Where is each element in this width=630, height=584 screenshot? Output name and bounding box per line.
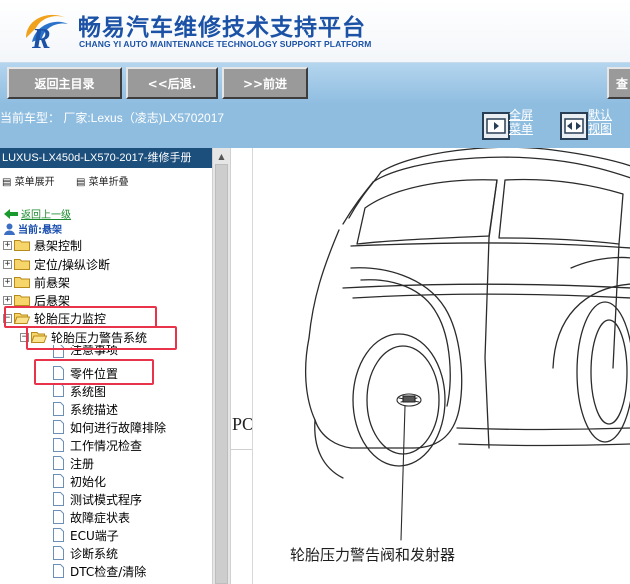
brand-subtitle: CHANG YI AUTO MAINTENANCE TECHNOLOGY SUP… bbox=[79, 39, 372, 49]
expand-menu-label: 菜单展开 bbox=[14, 177, 55, 188]
tree-item-system-diagram[interactable]: 系统图 bbox=[53, 383, 106, 397]
manual-title: LUXUS-LX450d-LX570-2017-维修手册 bbox=[0, 148, 212, 168]
document-icon bbox=[53, 546, 64, 560]
tree-item-operation-check[interactable]: 工作情况检查 bbox=[53, 436, 142, 454]
person-icon bbox=[4, 223, 15, 235]
expand-plus-icon[interactable]: + bbox=[3, 277, 12, 287]
tree-item-label: 系统图 bbox=[70, 385, 107, 397]
brand-title: 畅易汽车维修技术支持平台 bbox=[78, 15, 366, 41]
highlight-tire-pressure-warning bbox=[26, 326, 177, 350]
svg-text:R: R bbox=[31, 24, 51, 52]
tree-item-test-mode[interactable]: 测试模式程序 bbox=[53, 490, 142, 508]
tree-item-registration[interactable]: 注册 bbox=[53, 454, 94, 472]
folder-icon bbox=[14, 240, 30, 251]
diagram-panel: 轮胎压力警告阀和发射器 bbox=[252, 148, 630, 584]
tree-item-label: ECU端子 bbox=[70, 528, 119, 543]
document-icon bbox=[53, 564, 64, 578]
folder-icon bbox=[14, 295, 30, 306]
tree-item-label: 工作情况检查 bbox=[70, 438, 143, 453]
expand-menu-control[interactable]: ▤ 菜单展开 bbox=[2, 173, 55, 188]
tree-item-label: 测试模式程序 bbox=[70, 492, 143, 507]
diagram-caption: 轮胎压力警告阀和发射器 bbox=[290, 546, 456, 564]
tree-item-label: 系统描述 bbox=[70, 402, 119, 417]
current-model-text: 当前车型： 厂家:Lexus（凌志)LX5702017 bbox=[0, 111, 225, 125]
home-button[interactable]: 返回主目录 bbox=[7, 67, 122, 99]
tree-item-dtc-check[interactable]: DTC检查/清除 bbox=[53, 562, 146, 580]
current-section: 当前:悬架 bbox=[4, 221, 62, 236]
nav-bar: 返回主目录 <<后退. >>前进 查 bbox=[0, 62, 630, 104]
document-icon bbox=[53, 383, 64, 397]
scroll-up-icon[interactable]: ▲ bbox=[215, 151, 228, 162]
collapse-menu-control[interactable]: ▤ 菜单折叠 bbox=[76, 173, 129, 188]
tree-item-initialization[interactable]: 初始化 bbox=[53, 472, 106, 490]
collapse-menu-label: 菜单折叠 bbox=[88, 177, 129, 188]
folder-icon bbox=[14, 277, 30, 288]
back-button[interactable]: <<后退. bbox=[126, 67, 218, 99]
folder-icon bbox=[14, 259, 30, 270]
document-icon bbox=[53, 528, 64, 542]
fullscreen-icon[interactable] bbox=[482, 112, 510, 140]
back-up-link[interactable]: 返回上一级 bbox=[4, 206, 71, 221]
vehicle-diagram bbox=[304, 148, 630, 541]
document-icon bbox=[53, 420, 64, 434]
info-bar: 当前车型： 厂家:Lexus（凌志)LX5702017 全屏 菜单 默认 视图 bbox=[0, 104, 630, 148]
sidebar-scrollbar[interactable]: ▲ bbox=[212, 148, 230, 584]
highlight-parts-location bbox=[34, 359, 154, 385]
expand-menu-icon: ▤ bbox=[2, 177, 12, 188]
tree-item-system-description[interactable]: 系统描述 bbox=[53, 400, 118, 418]
app-header: R 畅易汽车维修技术支持平台 CHANG YI AUTO MAINTENANCE… bbox=[0, 0, 630, 62]
manual-sidebar: LUXUS-LX450d-LX570-2017-维修手册 ▤ 菜单展开 ▤ 菜单… bbox=[0, 148, 212, 584]
tree-item-label: 如何进行故障排除 bbox=[70, 420, 167, 435]
expand-plus-icon[interactable]: + bbox=[3, 295, 12, 305]
search-button[interactable]: 查 bbox=[607, 67, 630, 99]
document-icon bbox=[53, 456, 64, 470]
highlight-tire-pressure-monitoring bbox=[4, 306, 157, 328]
tree-item-symptom-table[interactable]: 故障症状表 bbox=[53, 508, 130, 526]
tree-item-front-suspension[interactable]: + 前悬架 bbox=[3, 273, 70, 291]
divider-rule bbox=[231, 449, 253, 450]
default-view-link[interactable]: 默认 视图 bbox=[588, 108, 612, 136]
document-icon bbox=[53, 402, 64, 416]
scroll-thumb[interactable] bbox=[215, 164, 228, 584]
document-icon bbox=[53, 474, 64, 488]
tree-item-label: 故障症状表 bbox=[70, 510, 131, 525]
tree-item-label: 注册 bbox=[70, 456, 95, 471]
brand-logo: R bbox=[26, 14, 68, 52]
tree-item-label: 诊断系统 bbox=[70, 546, 119, 561]
tree-item-diagnostic-system[interactable]: 诊断系统 bbox=[53, 544, 118, 562]
tree-item-label: 定位/操纵诊断 bbox=[34, 257, 111, 272]
fullscreen-menu-link[interactable]: 全屏 菜单 bbox=[509, 108, 533, 136]
tree-item-suspension-control[interactable]: + 悬架控制 bbox=[3, 236, 82, 254]
document-icon bbox=[53, 492, 64, 506]
document-icon bbox=[53, 510, 64, 524]
default-view-icon[interactable] bbox=[560, 112, 588, 140]
expand-plus-icon[interactable]: + bbox=[3, 259, 12, 269]
current-section-label: 当前:悬架 bbox=[18, 225, 62, 236]
tree-item-ecu-terminals[interactable]: ECU端子 bbox=[53, 526, 119, 544]
forward-button[interactable]: >>前进 bbox=[222, 67, 308, 99]
tree-item-label: 前悬架 bbox=[34, 275, 71, 290]
divider-text: PO bbox=[232, 414, 253, 434]
tree-item-alignment[interactable]: + 定位/操纵诊断 bbox=[3, 255, 110, 273]
tree-item-label: 悬架控制 bbox=[34, 238, 83, 253]
expand-plus-icon[interactable]: + bbox=[3, 240, 12, 250]
tree-item-troubleshooting[interactable]: 如何进行故障排除 bbox=[53, 418, 166, 436]
tree-item-label: DTC检查/清除 bbox=[70, 564, 147, 579]
tree-item-label: 初始化 bbox=[70, 474, 107, 489]
frame-divider: PO bbox=[230, 148, 253, 584]
document-icon bbox=[53, 438, 64, 452]
collapse-menu-icon: ▤ bbox=[76, 177, 86, 188]
back-up-label: 返回上一级 bbox=[21, 210, 71, 221]
green-arrow-left-icon bbox=[4, 208, 18, 219]
